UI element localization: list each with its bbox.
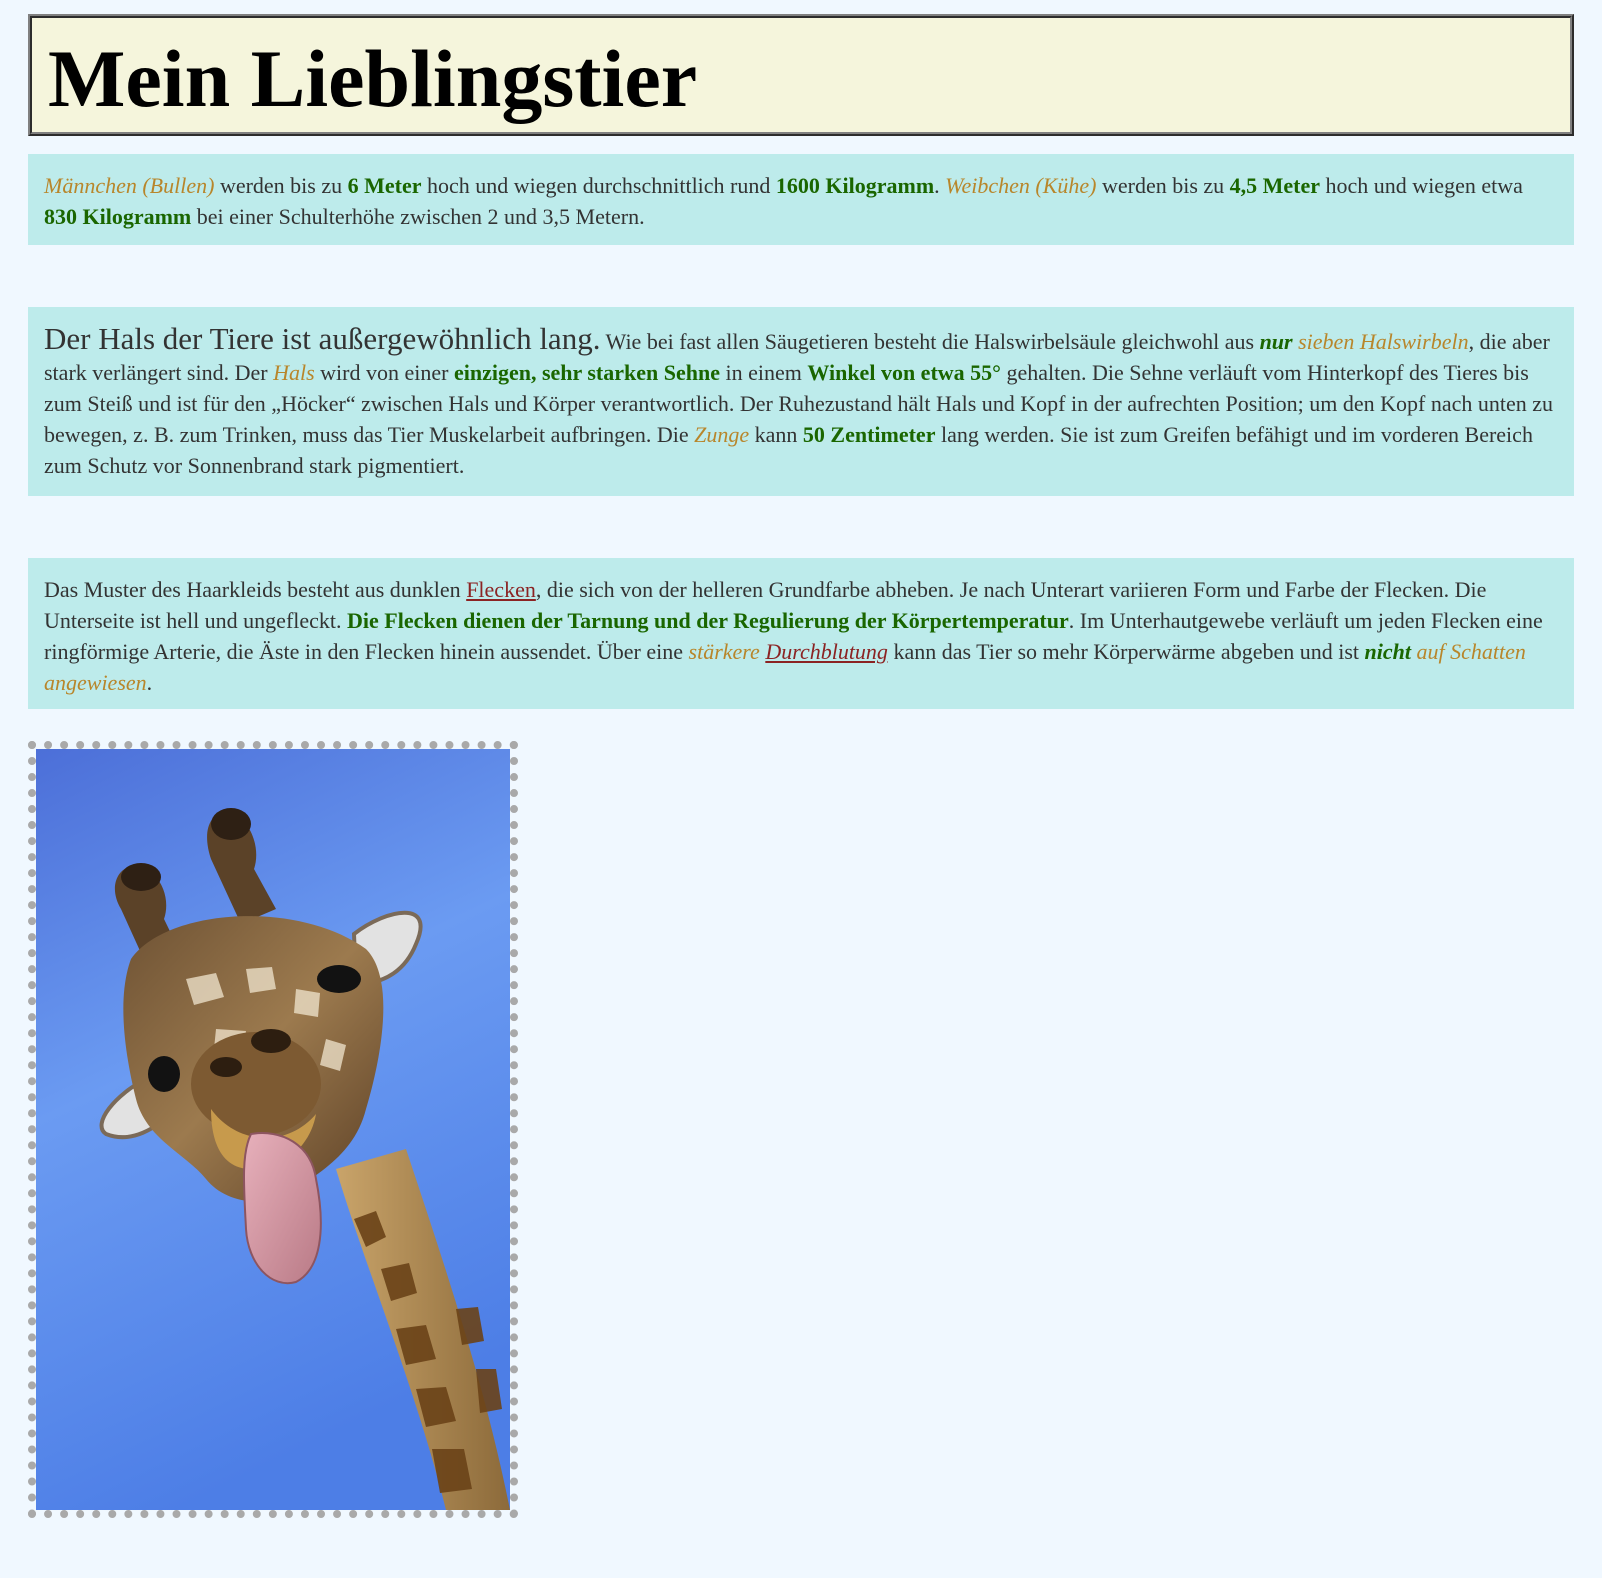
text: werden bis zu (214, 173, 348, 198)
em-maennchen: Männchen (Bullen) (44, 173, 215, 198)
text: werden bis zu (1096, 173, 1230, 198)
text: hoch und wiegen durchschnittlich rund (421, 173, 776, 198)
title-box: Mein Lieblingstier (28, 14, 1574, 136)
lead-sentence: Der Hals der Tiere ist außergewöhnlich l… (44, 321, 601, 356)
link-durchblutung[interactable]: Durchblutung (765, 639, 888, 664)
text: Das Muster des Haarkleids besteht aus du… (44, 577, 467, 602)
strong-1600-kg: 1600 Kilogramm (775, 173, 935, 198)
paragraph-size-weight: Männchen (Bullen) werden bis zu 6 Meter … (28, 154, 1574, 245)
link-flecken[interactable]: Flecken (466, 577, 536, 602)
page-title: Mein Lieblingstier (48, 33, 698, 124)
giraffe-illustration (36, 749, 510, 1510)
strong-em-nur: nur (1259, 329, 1293, 354)
text: . (146, 670, 153, 695)
strong-6-meter: 6 Meter (347, 173, 422, 198)
giraffe-photo (36, 749, 510, 1510)
em-sieben-halswirbeln: sieben Halswirbeln (1298, 329, 1469, 354)
strong-em-nicht: nicht (1364, 639, 1411, 664)
text: in einem (720, 360, 808, 385)
strong-830-kg: 830 Kilogramm (44, 204, 192, 229)
paragraph-neck: Der Hals der Tiere ist außergewöhnlich l… (28, 307, 1574, 496)
text: bei einer Schulterhöhe zwischen 2 und 3,… (191, 204, 645, 229)
text: kann (749, 422, 803, 447)
strong-4-5-meter: 4,5 Meter (1229, 173, 1321, 198)
strong-tarnung: Die Flecken dienen der Tarnung und der R… (347, 608, 1069, 633)
strong-sehne: einzigen, sehr starken Sehne (453, 360, 720, 385)
text: hoch und wiegen etwa (1320, 173, 1523, 198)
em-hals: Hals (273, 360, 315, 385)
em-weibchen: Weibchen (Kühe) (945, 173, 1097, 198)
strong-winkel: Winkel von etwa 55° (807, 360, 1001, 385)
em-staerkere: stärkere (688, 639, 760, 664)
text: wird von einer (314, 360, 454, 385)
em-zunge: Zunge (694, 422, 750, 447)
photo-frame (28, 741, 518, 1518)
text: . (934, 173, 946, 198)
strong-50-zentimeter: 50 Zentimeter (802, 422, 936, 447)
text: kann das Tier so mehr Körperwärme abgebe… (887, 639, 1365, 664)
text: Wie bei fast allen Säugetieren besteht d… (600, 329, 1260, 354)
paragraph-pattern: Das Muster des Haarkleids besteht aus du… (28, 558, 1574, 709)
